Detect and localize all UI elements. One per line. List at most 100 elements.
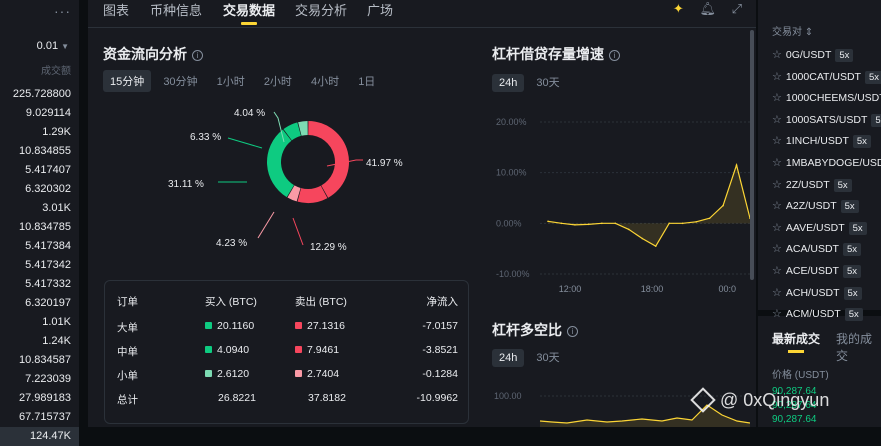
pair-symbol: A2Z/USDT <box>785 200 837 213</box>
tab-square[interactable]: 广场 <box>367 0 393 19</box>
period-30d[interactable]: 30天 <box>529 71 566 93</box>
star-icon[interactable]: ☆ <box>772 49 782 61</box>
info-icon[interactable]: i <box>192 50 203 61</box>
star-icon[interactable]: ☆ <box>772 114 782 126</box>
sort-icon: ⇕ <box>804 27 814 38</box>
pair-symbol: ACA/USDT <box>785 243 839 256</box>
volume-cell: 1.01K <box>42 316 71 328</box>
row-name: 大单 <box>117 320 138 335</box>
period-1h[interactable]: 1小时 <box>210 70 252 92</box>
volume-cell: 10.834587 <box>19 354 71 366</box>
total-buy: 26.8221 <box>218 392 256 404</box>
tab-trading-data[interactable]: 交易数据 <box>223 0 275 25</box>
pair-row[interactable]: ☆ 1000CHEEMS/USDT <box>772 91 881 104</box>
period-15m[interactable]: 15分钟 <box>103 70 152 92</box>
star-icon[interactable]: ☆ <box>772 179 782 191</box>
data-point <box>560 222 563 225</box>
cell-text: 4.0940 <box>217 344 250 356</box>
precision-select[interactable]: 0.01 ▼ <box>37 40 69 52</box>
pair-row[interactable]: ☆ ACH/USDT 5x <box>772 286 862 300</box>
star-icon[interactable]: ☆ <box>772 222 782 234</box>
star-icon[interactable]: ☆ <box>772 157 782 169</box>
y-tick-label: 0.00% <box>496 218 522 228</box>
pair-row[interactable]: ☆ 1MBABYDOGE/USDT <box>772 156 881 169</box>
x-tick-label: 12:00 <box>559 284 582 294</box>
watermark: @ 0xQingyun <box>690 387 829 413</box>
bell-icon[interactable]: 🔔︎ <box>699 1 716 16</box>
pair-row[interactable]: ☆1000SATS/USDT5x <box>772 113 881 127</box>
info-icon[interactable]: i <box>567 326 578 337</box>
tab-coin-info[interactable]: 币种信息 <box>150 0 202 19</box>
row-name: 小单 <box>117 368 138 383</box>
leverage-badge: 5x <box>842 265 862 278</box>
pair-row[interactable]: ☆ ACM/USDT 5x <box>772 307 863 322</box>
cell-text: 20.1160 <box>217 320 255 332</box>
pair-row[interactable]: ☆ 2Z/USDT 5x <box>772 178 852 192</box>
period-2h[interactable]: 2小时 <box>257 70 299 92</box>
expand-icon[interactable]: ⤢ <box>732 1 742 16</box>
color-swatch <box>295 370 302 377</box>
leverage-badge: 5x <box>864 70 881 84</box>
data-point <box>587 223 590 226</box>
period-24h[interactable]: 24h <box>492 349 525 367</box>
volume-cell: 5.417407 <box>25 164 71 176</box>
pair-row[interactable]: ☆ ACA/USDT 5x <box>772 242 862 257</box>
row-sell: 7.9461 <box>295 344 339 356</box>
star-icon[interactable]: ☆ <box>772 243 782 255</box>
pair-header[interactable]: 交易对 ⇕ <box>772 23 813 38</box>
color-swatch <box>295 346 302 353</box>
tab-latest-trades[interactable]: 最新成交 <box>772 330 820 353</box>
row-name: 中单 <box>117 344 138 359</box>
pair-symbol: ACM/USDT <box>785 308 841 321</box>
donut-slice[interactable] <box>308 121 349 198</box>
info-icon[interactable]: i <box>609 50 620 61</box>
volume-cell: 225.728800 <box>12 88 71 100</box>
period-4h[interactable]: 4小时 <box>304 70 346 92</box>
pair-row[interactable]: ☆ ACE/USDT 5x <box>772 264 862 278</box>
slice-label-medium-sell: 12.29 % <box>310 242 347 253</box>
star-icon[interactable]: ☆ <box>772 265 782 277</box>
cell-text: 2.6120 <box>217 368 250 380</box>
total-sell: 37.8182 <box>308 392 346 404</box>
star-icon[interactable]: ☆ <box>772 287 782 299</box>
pair-row[interactable]: ☆ AAVE/USDT 5x <box>772 221 867 235</box>
period-30d[interactable]: 30天 <box>529 346 566 368</box>
tab-chart[interactable]: 图表 <box>103 0 129 19</box>
star-icon[interactable]: ☆ <box>772 308 782 320</box>
leverage-badge: 5x <box>842 243 862 257</box>
tab-trading-analysis[interactable]: 交易分析 <box>295 0 347 19</box>
col-net: 净流入 <box>426 296 459 308</box>
volume-list: 225.728800 9.029114 1.29K 10.834855 5.417407… <box>0 85 79 446</box>
col-order: 订单 <box>117 296 138 308</box>
volume-cell: 67.715737 <box>19 411 71 423</box>
more-menu-icon[interactable]: ··· <box>54 3 71 19</box>
trades-panel: 最新成交 我的成交 价格 (USDT) 90,287.64 90,287.64 … <box>758 322 881 427</box>
tab-my-trades[interactable]: 我的成交 <box>836 330 881 364</box>
cell-text: 7.9461 <box>307 344 340 356</box>
col-sell: 卖出 (BTC) <box>295 296 347 308</box>
data-point <box>681 222 684 225</box>
period-24h[interactable]: 24h <box>492 74 525 92</box>
series-area <box>548 165 750 247</box>
color-swatch <box>205 370 212 377</box>
period-30m[interactable]: 30分钟 <box>156 70 204 92</box>
volume-cell: 27.989183 <box>19 392 71 404</box>
ai-sparkle-icon[interactable]: ✦ <box>673 1 684 16</box>
star-icon[interactable]: ☆ <box>772 135 782 147</box>
y-tick-label: -10.00% <box>496 269 530 279</box>
pair-row[interactable]: ☆ 1000CAT/USDT 5x <box>772 70 881 84</box>
pair-row[interactable]: ☆ 0G/USDT 5x <box>772 48 854 62</box>
pair-row[interactable]: ☆ 1INCH/USDT 5x <box>772 134 871 149</box>
pair-row[interactable]: ☆ A2Z/USDT 5x <box>772 199 859 214</box>
donut-slice[interactable] <box>267 129 295 198</box>
scrollbar[interactable] <box>750 30 754 280</box>
volume-cell: 6.320197 <box>25 297 71 309</box>
period-1d[interactable]: 1日 <box>351 70 382 92</box>
star-icon[interactable]: ☆ <box>772 200 782 212</box>
toolbar-icons: ✦ 🔔︎ ⤢ <box>661 1 742 17</box>
star-icon[interactable]: ☆ <box>772 71 782 83</box>
volume-cell: 5.417332 <box>25 278 71 290</box>
cell-text: 27.1316 <box>307 320 345 332</box>
volume-cell: 7.223039 <box>25 373 71 385</box>
star-icon[interactable]: ☆ <box>772 92 782 104</box>
